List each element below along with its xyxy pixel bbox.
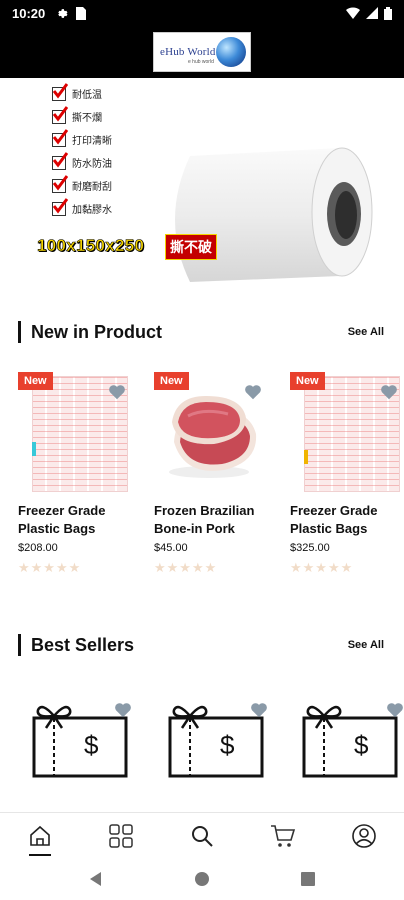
status-time: 10:20	[12, 5, 46, 21]
battery-icon	[384, 6, 392, 20]
product-card[interactable]: New Frozen Brazilian Bone-in Pork $45.00…	[154, 372, 268, 576]
product-name[interactable]: Freezer Grade Plastic Bags	[18, 502, 132, 538]
product-image: New	[290, 372, 400, 494]
feature-item: 加黏膠水	[52, 197, 112, 220]
currency-symbol: $	[220, 730, 235, 760]
signal-icon	[366, 7, 378, 19]
size-tag: 撕不破	[165, 234, 217, 260]
product-price: $45.00	[154, 542, 188, 554]
bottom-nav	[0, 812, 404, 858]
feature-label: 加黏膠水	[72, 205, 112, 216]
product-image: New	[18, 372, 128, 494]
cart-icon	[270, 824, 295, 847]
product-image: New	[154, 372, 264, 494]
feature-label: 耐低温	[72, 90, 102, 101]
section-accent-bar	[18, 321, 21, 343]
rating-stars: ★★★★★	[154, 560, 218, 575]
new-badge: New	[290, 372, 325, 390]
product-price: $208.00	[18, 542, 58, 554]
heart-icon[interactable]	[386, 702, 404, 723]
see-all-link[interactable]: See All	[348, 326, 384, 338]
home-circle-icon[interactable]	[194, 871, 210, 887]
new-badge: New	[18, 372, 53, 390]
promo-banner[interactable]: 耐低温 撕不爛 打印清晰 防水防油 耐磨耐刮 加黏膠水 100x150x250 …	[0, 78, 404, 288]
heart-icon[interactable]	[380, 384, 398, 405]
checkmark-icon	[52, 151, 68, 170]
section-accent-bar	[18, 634, 21, 656]
nav-search[interactable]	[177, 816, 227, 856]
rating-stars: ★★★★★	[290, 560, 354, 575]
section-title: New in Product	[31, 321, 163, 342]
feature-item: 耐低温	[52, 82, 112, 105]
checkmark-icon	[52, 105, 68, 124]
app-header: eHub World e hub world	[0, 26, 404, 78]
section-title: Best Sellers	[31, 634, 135, 655]
status-bar: 10:20	[0, 0, 404, 26]
rating-stars: ★★★★★	[18, 560, 82, 575]
nav-cart[interactable]	[258, 816, 308, 856]
product-price: $325.00	[290, 542, 330, 554]
search-icon	[191, 825, 213, 847]
sim-card-icon	[76, 6, 87, 20]
logo-subtext: e hub world	[188, 59, 214, 65]
feature-label: 撕不爛	[72, 113, 102, 124]
logo-text: eHub World	[160, 46, 216, 58]
see-all-link[interactable]: See All	[348, 639, 384, 651]
nav-account[interactable]	[339, 816, 389, 856]
bag-tab	[32, 442, 36, 456]
feature-label: 打印清晰	[72, 136, 112, 147]
heart-icon[interactable]	[244, 384, 262, 405]
heart-icon[interactable]	[108, 384, 126, 405]
label-roll-image	[160, 142, 380, 287]
feature-list: 耐低温 撕不爛 打印清晰 防水防油 耐磨耐刮 加黏膠水	[52, 82, 112, 220]
product-name[interactable]: Freezer Grade Plastic Bags	[290, 502, 404, 538]
categories-icon	[109, 823, 133, 848]
heart-icon[interactable]	[250, 702, 268, 723]
checkmark-icon	[52, 174, 68, 193]
size-caption: 100x150x250	[37, 236, 145, 256]
best-seller-item[interactable]: $	[22, 700, 132, 800]
gear-icon	[58, 8, 68, 18]
heart-icon[interactable]	[114, 702, 132, 723]
account-icon	[351, 823, 376, 848]
nav-home[interactable]	[15, 816, 65, 856]
new-in-product-header: New in Product See All	[18, 320, 384, 344]
logo[interactable]: eHub World e hub world	[153, 32, 251, 72]
new-badge: New	[154, 372, 189, 390]
currency-symbol: $	[354, 730, 369, 760]
checkmark-icon	[52, 82, 68, 101]
globe-icon	[216, 37, 246, 67]
bag-tab	[304, 450, 308, 464]
best-sellers-header: Best Sellers See All	[18, 633, 384, 657]
product-card[interactable]: New Freezer Grade Plastic Bags $325.00 ★…	[290, 372, 404, 576]
feature-item: 撕不爛	[52, 105, 112, 128]
wifi-icon	[346, 7, 360, 19]
checkmark-icon	[52, 128, 68, 147]
product-card[interactable]: New Freezer Grade Plastic Bags $208.00 ★…	[18, 372, 132, 576]
feature-item: 耐磨耐刮	[52, 174, 112, 197]
feature-item: 防水防油	[52, 151, 112, 174]
best-seller-item[interactable]: $	[158, 700, 268, 800]
feature-item: 打印清晰	[52, 128, 112, 151]
currency-symbol: $	[84, 730, 99, 760]
home-icon	[30, 825, 51, 846]
product-name[interactable]: Frozen Brazilian Bone-in Pork	[154, 502, 268, 538]
best-seller-item[interactable]: $	[292, 700, 404, 800]
system-nav-bar	[0, 858, 404, 900]
recents-icon[interactable]	[300, 871, 316, 887]
checkmark-icon	[52, 197, 68, 216]
back-icon[interactable]	[88, 871, 104, 887]
feature-label: 防水防油	[72, 159, 112, 170]
nav-categories[interactable]	[96, 816, 146, 856]
feature-label: 耐磨耐刮	[72, 182, 112, 193]
